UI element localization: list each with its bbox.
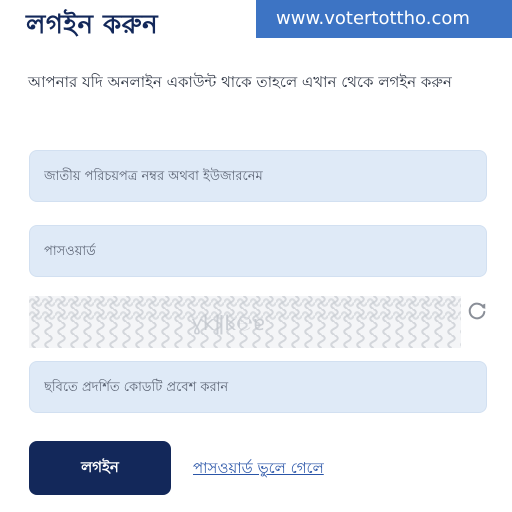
password-input[interactable] <box>29 225 487 277</box>
captcha-pattern: ɣkǁk℮ɐ <box>29 296 461 348</box>
captcha-input[interactable] <box>29 361 487 413</box>
intro-text: আপনার যদি অনলাইন একাউন্ট থাকে তাহলে এখান… <box>28 73 452 91</box>
page-title: লগইন করুন <box>26 10 159 40</box>
refresh-icon[interactable] <box>466 300 488 322</box>
svg-text:ɣkǁk℮ɐ: ɣkǁk℮ɐ <box>191 311 265 335</box>
forgot-password-link[interactable]: পাসওয়ার্ড ভুলে গেলে <box>193 457 324 482</box>
login-page: লগইন করুন www.votertottho.com আপনার যদি … <box>0 0 512 512</box>
nid-or-username-input[interactable] <box>29 150 487 202</box>
login-button[interactable]: লগইন <box>29 441 171 495</box>
captcha-image: ɣkǁk℮ɐ <box>29 296 461 348</box>
site-watermark: www.votertottho.com <box>256 0 512 38</box>
